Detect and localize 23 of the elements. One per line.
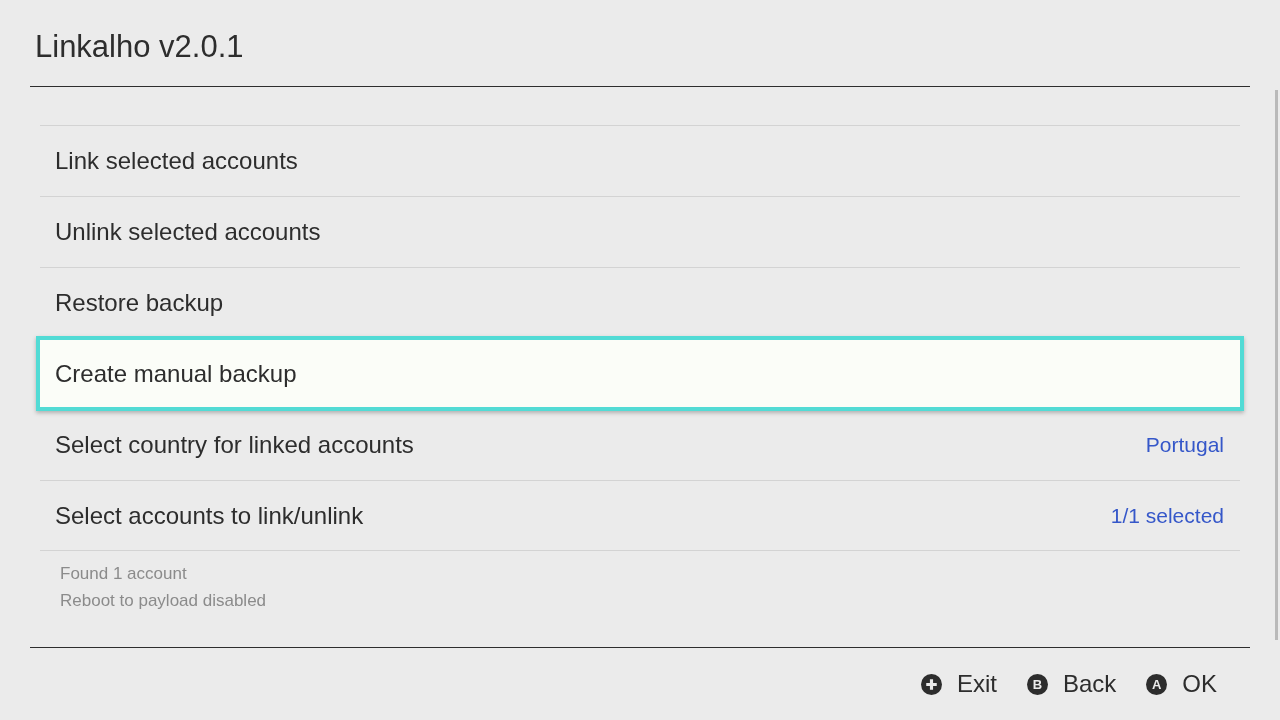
letter-button-icon: B xyxy=(1026,673,1048,695)
menu-item[interactable]: Unlink selected accounts xyxy=(40,196,1240,267)
menu-item-label: Restore backup xyxy=(55,288,224,318)
status-text: Reboot to payload disabled xyxy=(60,590,267,612)
footer-action-button[interactable]: B Back xyxy=(1026,669,1117,699)
menu-item-label: Select accounts to link/unlink xyxy=(55,500,364,531)
menu-item[interactable]: Create manual backup xyxy=(36,336,1244,411)
footer-action-button[interactable]: Exit xyxy=(920,669,997,699)
scrollbar[interactable] xyxy=(1275,90,1278,640)
menu-item-label: Select country for linked accounts xyxy=(55,430,414,460)
letter-button-icon: A xyxy=(1146,673,1168,695)
menu-item-label: Create manual backup xyxy=(55,358,297,389)
menu-item-label: Link selected accounts xyxy=(55,146,298,176)
menu-item[interactable]: Select country for linked accounts Portugal xyxy=(40,409,1240,480)
menu-item[interactable]: Link selected accounts xyxy=(40,125,1240,196)
menu-item[interactable]: Select accounts to link/unlink 1/1 selected xyxy=(40,480,1240,551)
menu-item-value: 1/1 selected xyxy=(1110,502,1224,529)
menu-item-value: Portugal xyxy=(1145,432,1224,458)
status-text: Found 1 account xyxy=(60,563,187,585)
plus-button-icon xyxy=(920,673,942,695)
footer-action-button[interactable]: A OK xyxy=(1146,669,1217,699)
menu-item-label: Unlink selected accounts xyxy=(55,217,321,247)
window-title: Linkalho v2.0.1 xyxy=(35,29,244,65)
